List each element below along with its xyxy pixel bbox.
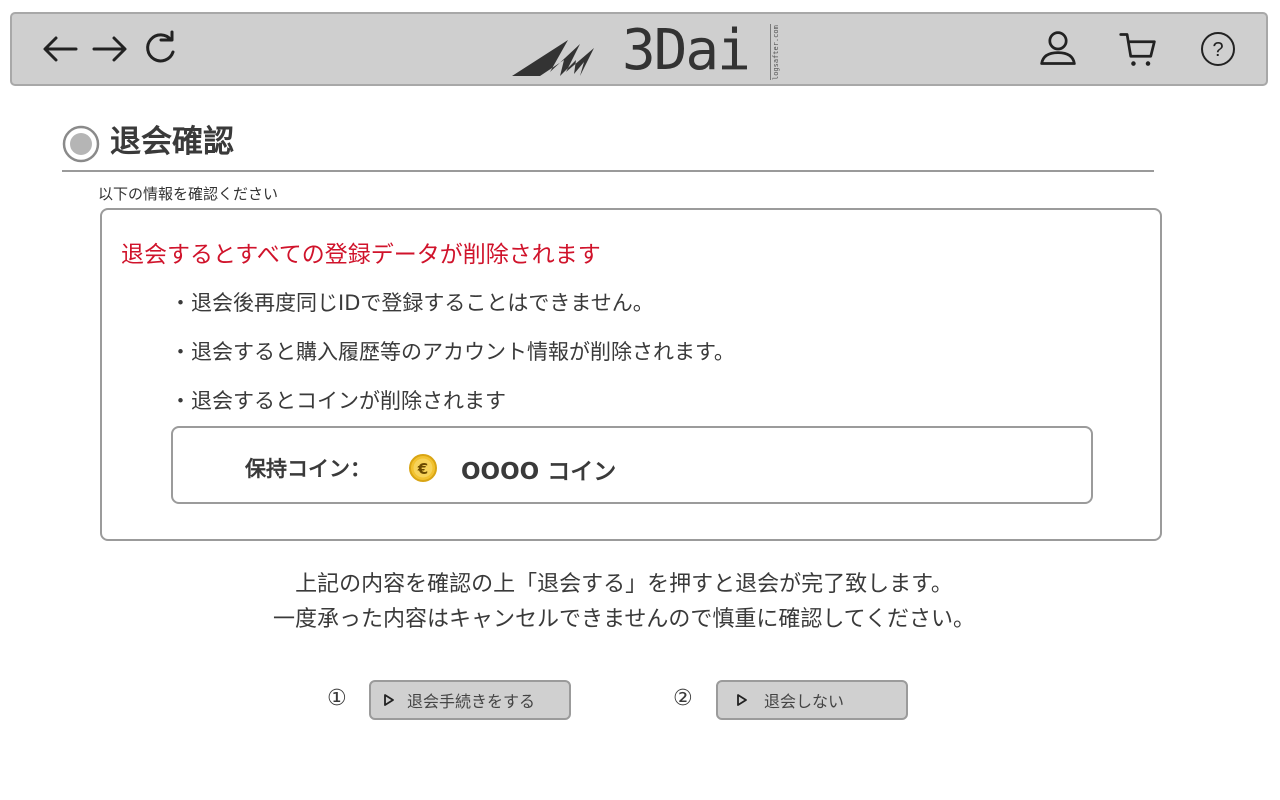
logo-domain: logsafter.com: [772, 25, 780, 80]
warning-message: 退会するとすべての登録データが削除されます: [121, 242, 601, 268]
confirm-text-line: 一度承った内容はキャンセルできませんので慎重に確認してください。: [272, 607, 976, 632]
coin-label: 保持コイン：: [245, 457, 371, 481]
withdrawal-notice-box: 退会するとすべての登録データが削除されます ・退会後再度同じIDで登録することは…: [100, 208, 1162, 541]
step-number: ①: [327, 686, 347, 711]
play-triangle-icon: [384, 694, 394, 706]
notice-bullet: ・退会すると購入履歴等のアカウント情報が削除されます。: [170, 340, 735, 364]
page-subtitle: 以下の情報を確認ください: [98, 185, 279, 203]
svg-text:€: €: [417, 460, 428, 478]
coin-amount: OOOO コイン: [461, 459, 617, 485]
help-icon: ?: [1201, 32, 1235, 66]
account-button[interactable]: [1038, 29, 1078, 69]
page-heading: 退会確認: [62, 120, 1154, 172]
cart-button[interactable]: [1118, 29, 1158, 69]
proceed-withdrawal-label: 退会手続きをする: [407, 692, 536, 711]
cancel-withdrawal-label: 退会しない: [764, 692, 845, 711]
back-button[interactable]: [40, 29, 80, 69]
confirm-text-line: 上記の内容を確認の上「退会する」を押すと退会が完了致します。: [295, 572, 953, 597]
logo-wing-icon: [512, 40, 594, 76]
proceed-withdrawal-button[interactable]: 退会手続きをする: [369, 680, 571, 720]
step-number: ②: [673, 686, 693, 711]
play-triangle-icon: [737, 694, 747, 706]
site-logo[interactable]: 3Dai logsafter.com: [510, 18, 800, 84]
page-title: 退会確認: [110, 124, 234, 160]
reload-button[interactable]: [140, 29, 180, 69]
reload-icon: [146, 30, 175, 63]
logo-text: 3Dai: [622, 18, 751, 83]
heading-bullet-icon: [62, 125, 100, 163]
back-arrow-icon: [43, 36, 78, 62]
top-navigation-bar: 3Dai logsafter.com ?: [10, 12, 1268, 86]
forward-button[interactable]: [90, 29, 130, 69]
notice-bullet: ・退会後再度同じIDで登録することはできません。: [170, 291, 654, 315]
forward-arrow-icon: [92, 36, 127, 62]
logo-divider: [770, 24, 771, 80]
svg-text:?: ?: [1212, 39, 1223, 61]
help-button[interactable]: ?: [1198, 29, 1238, 69]
cancel-withdrawal-button[interactable]: 退会しない: [716, 680, 908, 720]
coin-balance-box: 保持コイン： € OOOO コイン: [171, 426, 1093, 504]
coin-icon: €: [409, 454, 437, 482]
cart-icon: [1119, 33, 1156, 66]
user-icon: [1040, 31, 1076, 65]
notice-bullet: ・退会するとコインが削除されます: [170, 389, 506, 413]
